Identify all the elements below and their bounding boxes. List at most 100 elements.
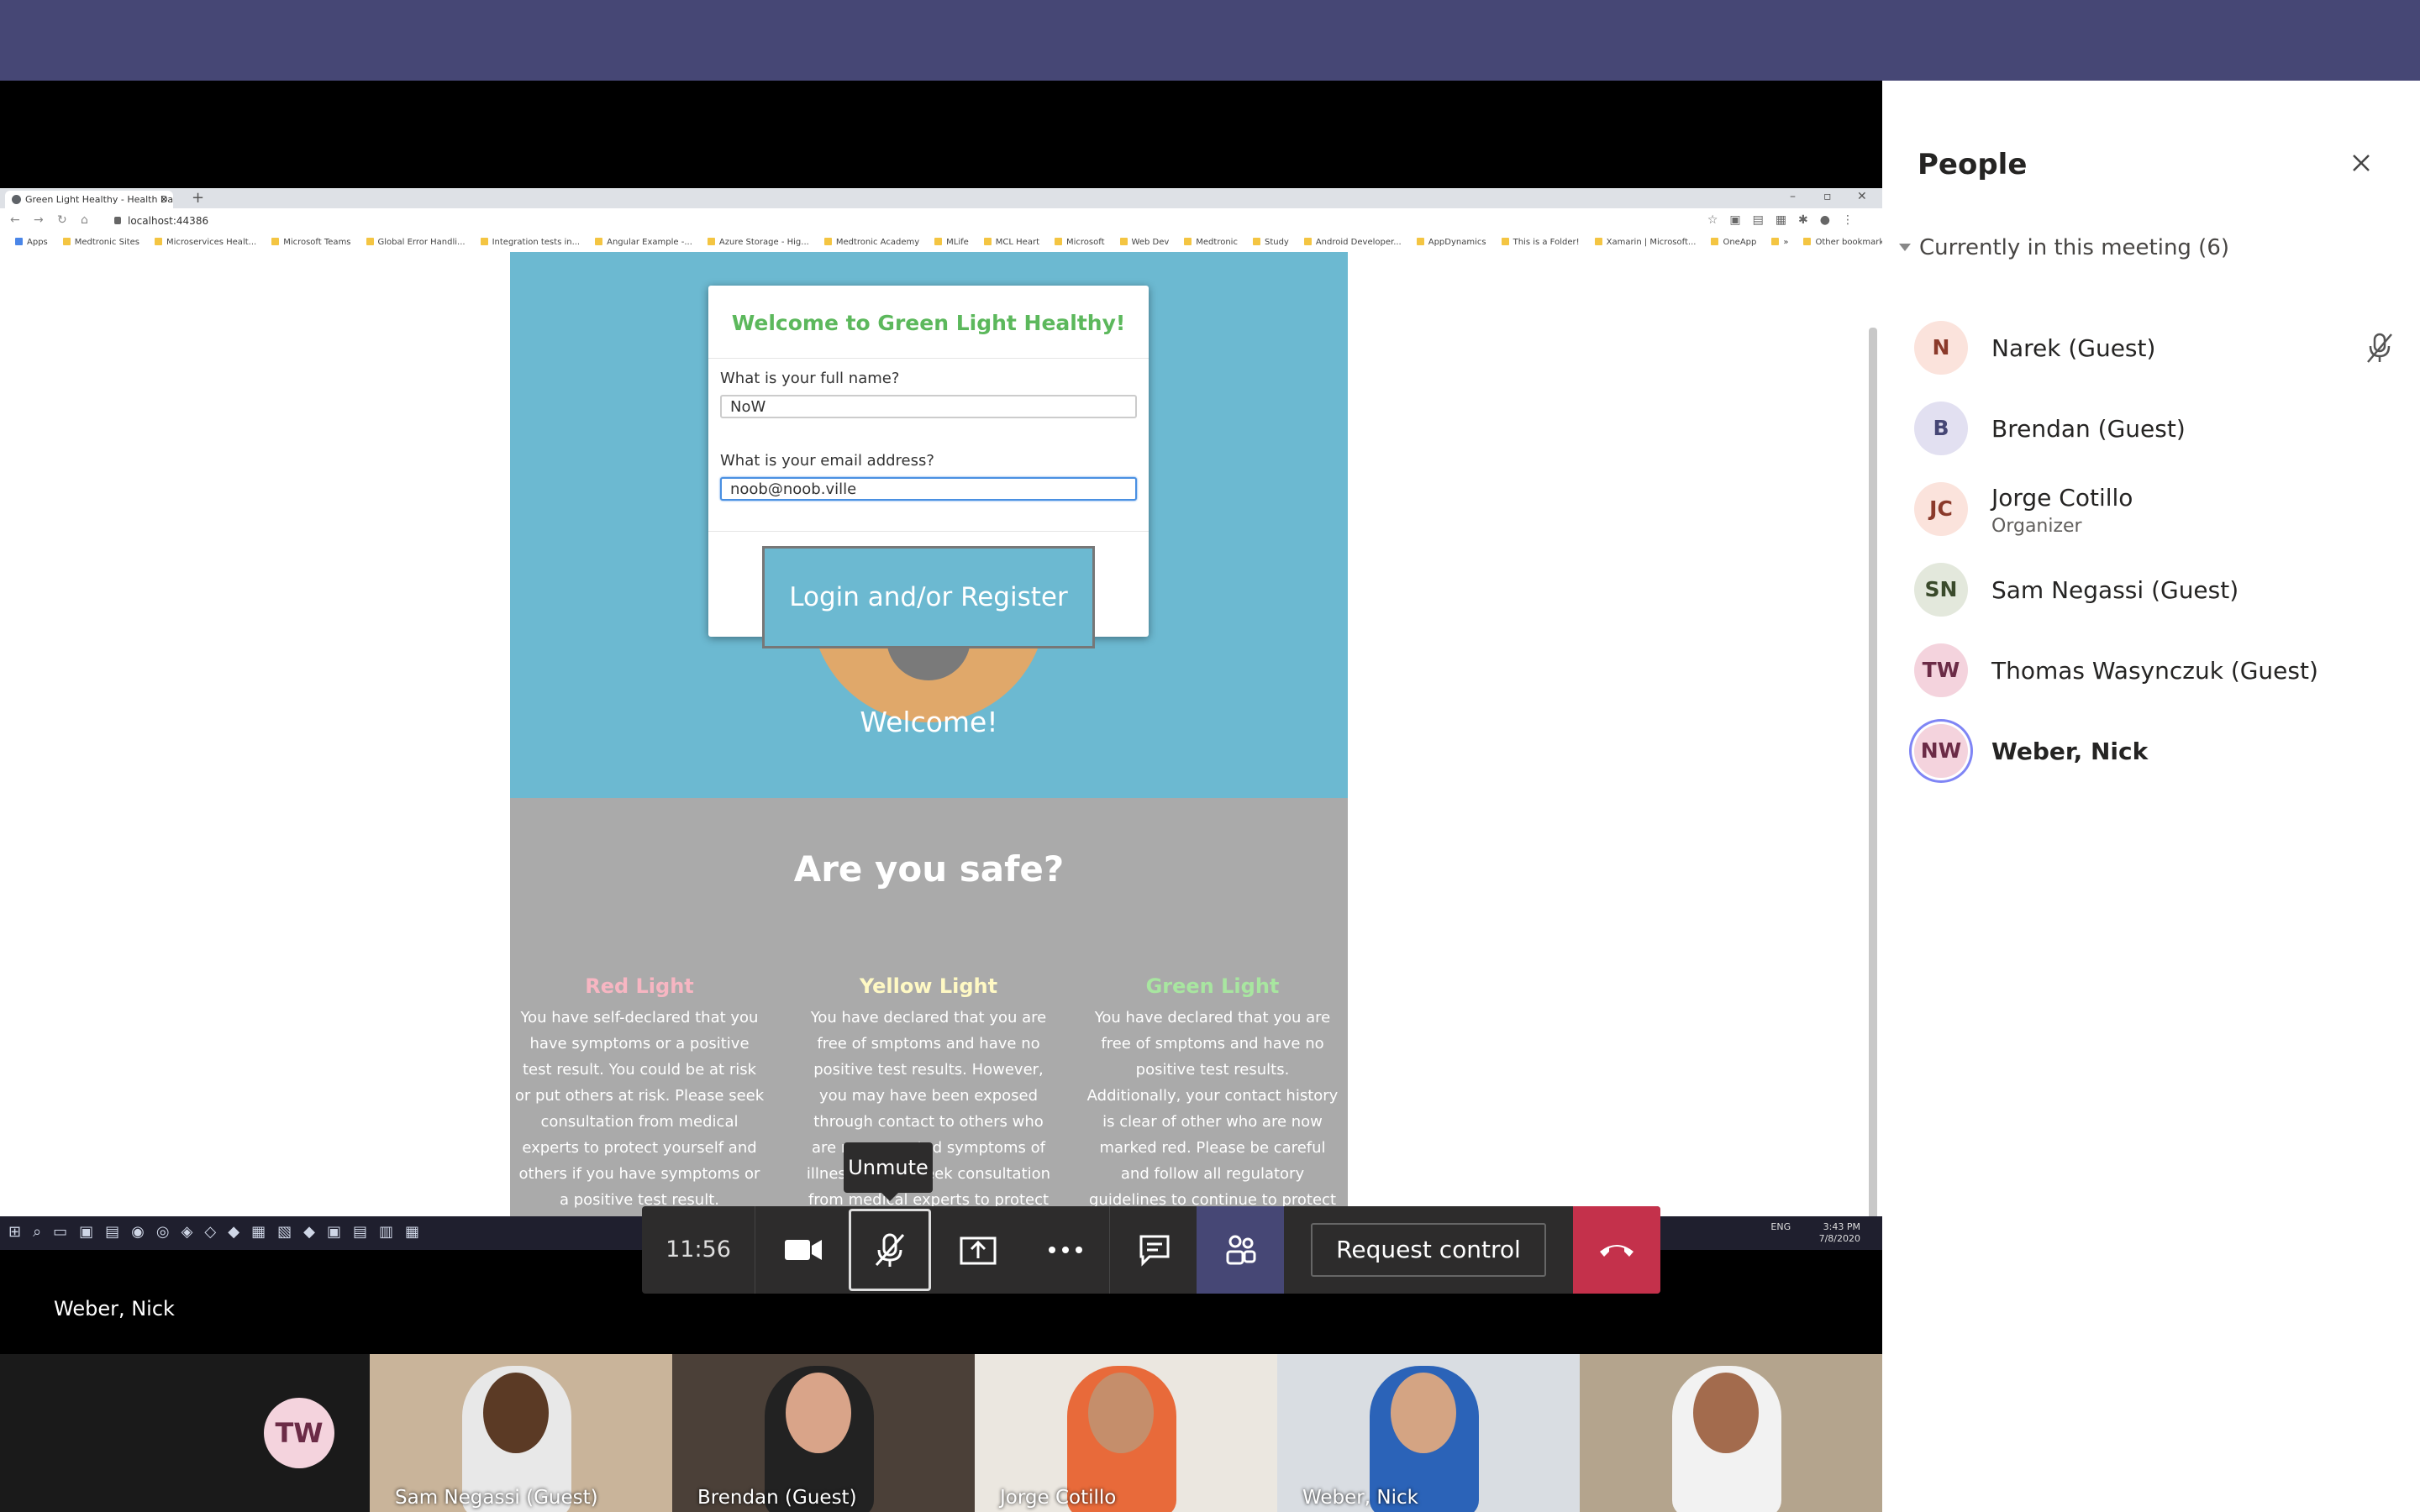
page-scrollbar[interactable] (1869, 328, 1877, 1216)
bookmark-item[interactable]: This is a Folder! (1502, 234, 1580, 252)
people-panel: People Currently in this meeting (6) N Na… (1882, 81, 2420, 1512)
bookmark-item[interactable]: MCL Heart (984, 234, 1039, 252)
mic-off-icon (2365, 331, 2395, 368)
avatar: JC (1914, 482, 1968, 536)
tab-close-icon[interactable]: × (160, 191, 168, 208)
controls-divider (1109, 1206, 1110, 1294)
bookmark-item[interactable]: AppDynamics (1417, 234, 1486, 252)
bookmark-item[interactable]: » (1771, 234, 1788, 252)
bookmark-item[interactable]: Angular Example -... (595, 234, 692, 252)
browser-tab[interactable]: Green Light Healthy - Health Da × (5, 191, 173, 208)
minimize-icon[interactable]: – (1790, 190, 1796, 203)
bookmark-item[interactable]: Other bookmarks (1803, 234, 1882, 252)
reload-icon[interactable]: ↻ (57, 213, 67, 227)
bookmark-item[interactable]: Global Error Handli... (366, 234, 466, 252)
participant-name: Weber, Nick (1991, 738, 2149, 765)
bookmark-item[interactable]: Medtronic Academy (824, 234, 919, 252)
bookmark-item[interactable]: OneApp (1711, 234, 1756, 252)
participant-row[interactable]: JC Jorge Cotillo Organizer (1914, 475, 2402, 543)
hang-up-button[interactable] (1573, 1206, 1660, 1294)
avatar: NW (1914, 724, 1968, 778)
participant-row[interactable]: N Narek (Guest) (1914, 314, 2402, 381)
safety-title: Are you safe? (793, 848, 1065, 890)
participants-button[interactable] (1197, 1206, 1284, 1294)
person-head (1693, 1373, 1759, 1453)
chat-button[interactable] (1111, 1206, 1198, 1294)
bookmark-item[interactable]: Android Developer... (1304, 234, 1402, 252)
bookmark-item[interactable]: Study (1253, 234, 1289, 252)
red-light-column: Red Light You have self-declared that yo… (513, 974, 765, 1213)
video-tile[interactable]: Weber, Nick (1277, 1354, 1580, 1512)
avatar: SN (1914, 563, 1968, 617)
bookmark-item[interactable]: Azure Storage - Hig... (708, 234, 809, 252)
mic-off-icon (875, 1233, 905, 1267)
participant-row[interactable]: TW Thomas Wasynczuk (Guest) (1914, 637, 2402, 704)
bookmark-item[interactable]: Microsoft Teams (271, 234, 350, 252)
bookmark-item[interactable]: Integration tests in... (481, 234, 581, 252)
video-tile[interactable]: Brendan (Guest) (672, 1354, 975, 1512)
forward-icon[interactable]: → (34, 213, 44, 227)
bookmarks-bar: Apps Medtronic Sites Microservices Healt..… (0, 234, 1882, 253)
name-input[interactable] (720, 395, 1137, 418)
clock-date: 7/8/2020 (1818, 1233, 1860, 1244)
bookmark-item[interactable]: Medtronic (1184, 234, 1238, 252)
video-tile[interactable]: Sam Negassi (Guest) (370, 1354, 672, 1512)
email-label: What is your email address? (720, 452, 934, 470)
bookmark-item[interactable]: Xamarin | Microsoft... (1595, 234, 1697, 252)
system-tray: ENG 3:43 PM 7/8/2020 (1770, 1221, 1860, 1245)
modal-divider (708, 358, 1149, 359)
video-tile[interactable] (1580, 1354, 1882, 1512)
avatar: B (1914, 402, 1968, 455)
people-icon (1226, 1235, 1256, 1265)
bookmark-item[interactable]: Medtronic Sites (63, 234, 139, 252)
video-strip: TW Sam Negassi (Guest) Brendan (Guest) J… (0, 1354, 1882, 1512)
video-tile-name: Brendan (Guest) (697, 1487, 857, 1509)
more-actions-button[interactable] (1022, 1206, 1109, 1294)
login-register-button[interactable]: Login and/or Register (762, 546, 1095, 648)
mic-button[interactable] (849, 1209, 931, 1291)
bookmark-item[interactable]: Apps (15, 234, 48, 252)
panel-title: People (1918, 148, 2028, 181)
maximize-icon[interactable]: ▫ (1823, 190, 1832, 203)
video-tile[interactable]: Jorge Cotillo (975, 1354, 1277, 1512)
participant-avatar[interactable]: TW (264, 1398, 334, 1468)
url-text: localhost:44386 (128, 215, 209, 227)
home-icon[interactable]: ⌂ (81, 213, 88, 227)
teams-title-bar (0, 0, 2420, 81)
presenter-name: Weber, Nick (54, 1297, 175, 1320)
participant-name: Narek (Guest) (1991, 334, 2156, 362)
bookmark-item[interactable]: Microsoft (1055, 234, 1105, 252)
share-button[interactable] (934, 1206, 1022, 1294)
lock-icon (114, 217, 121, 224)
red-light-title: Red Light (585, 974, 694, 998)
camera-button[interactable] (760, 1206, 847, 1294)
unmute-tooltip: Unmute (844, 1142, 933, 1201)
window-close-icon[interactable]: ✕ (1857, 190, 1867, 203)
green-light-title: Green Light (1145, 974, 1280, 998)
back-icon[interactable]: ← (10, 213, 20, 227)
extension-icons[interactable]: ☆▣▤▦✱●⋮ (1707, 213, 1865, 227)
login-modal: Welcome to Green Light Healthy! What is … (708, 286, 1149, 648)
participant-row[interactable]: B Brendan (Guest) (1914, 395, 2402, 462)
participant-row[interactable]: NW Weber, Nick (1914, 717, 2402, 785)
meeting-section-header[interactable]: Currently in this meeting (6) (1899, 235, 2229, 260)
close-panel-button[interactable] (2344, 146, 2378, 180)
url-bar[interactable]: localhost:44386 (109, 213, 1706, 228)
participant-row[interactable]: SN Sam Negassi (Guest) (1914, 556, 2402, 623)
green-light-column: Green Light You have declared that you a… (1086, 974, 1339, 1216)
bookmark-item[interactable]: MLife (934, 234, 969, 252)
email-input[interactable] (720, 477, 1137, 501)
participant-name: Brendan (Guest) (1991, 415, 2186, 443)
yellow-light-title: Yellow Light (859, 974, 998, 998)
taskbar-app-icons[interactable]: ⊞⌕▭▣▤◉◎◈◇◆▦▧◆▣▤▥▦ (8, 1223, 431, 1241)
bookmark-item[interactable]: Web Dev (1120, 234, 1170, 252)
request-control-button[interactable]: Request control (1311, 1223, 1546, 1277)
red-light-text: You have self-declared that you have sym… (514, 1009, 765, 1209)
clock-time: 3:43 PM (1823, 1221, 1860, 1232)
bookmark-item[interactable]: Microservices Healt... (155, 234, 256, 252)
browser-tab-strip: Green Light Healthy - Health Da × + – ▫ … (0, 188, 1882, 208)
camera-icon (785, 1240, 822, 1260)
person-head (786, 1373, 851, 1453)
new-tab-button[interactable]: + (192, 190, 204, 207)
more-icon (1049, 1247, 1082, 1253)
